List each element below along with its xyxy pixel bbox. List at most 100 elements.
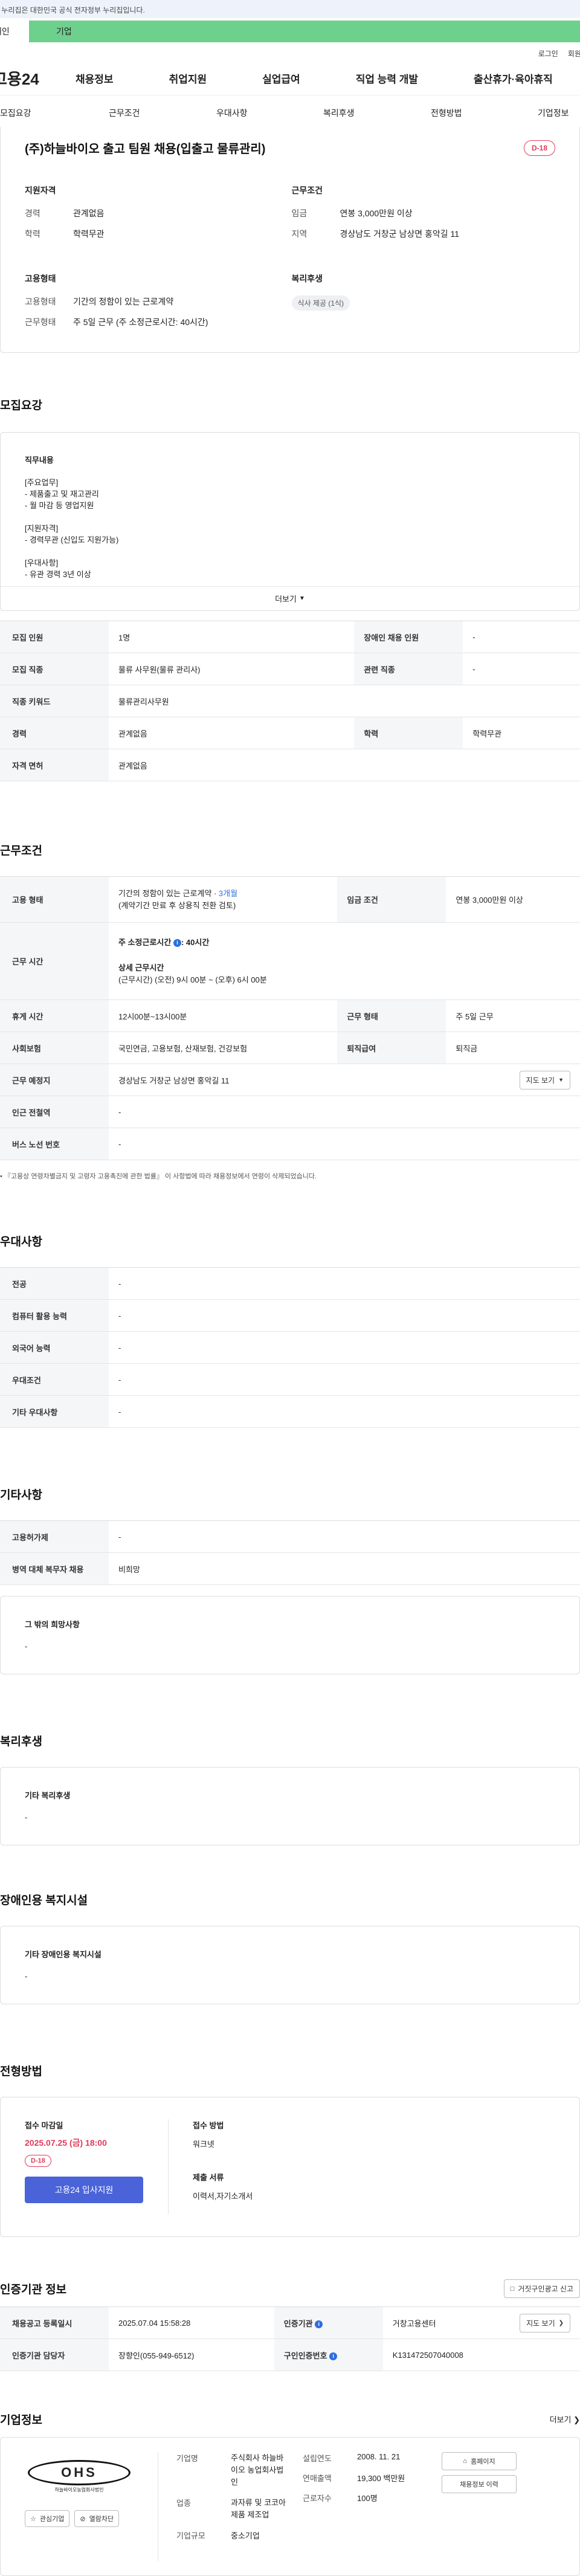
employment-heading: 고용형태 (25, 274, 56, 283)
cert-map-button[interactable]: 지도 보기 ❯ (520, 2313, 570, 2332)
login-link[interactable]: 로그인 (538, 48, 558, 59)
personal-tab-label: 개인 (0, 27, 10, 36)
selection-card: 접수 마감일 2025.07.25 (금) 18:00 D-18 고용24 입사… (0, 2097, 580, 2237)
table-row: 사회보험 국민연금, 고용보험, 산재보험, 건강보험 퇴직급여 퇴직금 (0, 1031, 580, 1064)
hours-weekly-value: : 40시간 (181, 937, 210, 947)
job-summary-card: (주)하늘바이오 출고 팀원 채용(입출고 물류관리) D-18 지원자격 경력… (0, 127, 580, 353)
table-header: 버스 노선 번호 (0, 1128, 109, 1160)
tab-selection[interactable]: 전형방법 (431, 107, 462, 119)
qual-key: 경력 (25, 208, 40, 218)
preference-section: 우대사항 전공 - 컴퓨터 활용 능력 - 외국어 능력 - 우대조건 - 기타 우대사… (0, 1233, 580, 1428)
homepage-button[interactable]: ⌂ 홈페이지 (442, 2452, 517, 2470)
company-more-link[interactable]: 더보기 ❯ (550, 2413, 580, 2425)
job-line: [주요업무] (25, 478, 59, 487)
emp-key: 근무형태 (25, 317, 56, 327)
table-cell: 퇴직금 (446, 1031, 580, 1064)
apply-button[interactable]: 고용24 입사지원 (25, 2177, 143, 2203)
info-icon[interactable]: i (329, 2352, 338, 2360)
block-icon: ⊘ (80, 2515, 86, 2523)
company-size-row: 기업규모 중소기업 (176, 2529, 291, 2541)
table-header: 휴게 시간 (0, 999, 109, 1032)
nav-jobs[interactable]: 채용정보 (76, 71, 114, 86)
cert-map-label: 지도 보기 (526, 2319, 555, 2328)
recruit-heading: 모집요강 (0, 399, 42, 412)
nav-vocational-training[interactable]: 직업 능력 개발 (356, 71, 418, 86)
hours-detail: 상세 근무시간 (근무시간) (오전) 9시 00분 ~ (오후) 6시 00분 (118, 962, 570, 986)
utility-bar: 로그인 회원가입 (0, 45, 580, 62)
table-row: 고용허가제 - (0, 1520, 580, 1553)
favorite-company-button[interactable]: ☆ 관심기업 (25, 2510, 70, 2527)
table-header: 근무 형태 (337, 999, 446, 1032)
conditions-heading: 근무조건 (291, 186, 323, 195)
nav-employment-support[interactable]: 취업지원 (169, 71, 207, 86)
table-header: 고용허가제 (0, 1520, 109, 1553)
company-est-row: 설립연도 2008. 11. 21 (303, 2452, 442, 2464)
preference-table: 전공 - 컴퓨터 활용 능력 - 외국어 능력 - 우대조건 - 기타 우대사항 - (0, 1267, 580, 1428)
tab-preferences[interactable]: 우대사항 (216, 107, 248, 119)
company-card: OHS 하늘바이오농업회사법인 ☆ 관심기업 ⊘ 열람차단 기업명 주식회사 하늘바이… (0, 2437, 580, 2576)
chevron-right-icon: ❯ (558, 2319, 564, 2326)
conditions-col: 근무조건 임금 연봉 3,000만원 이상 지역 경상남도 거창군 남상면 홍악길 … (289, 184, 556, 248)
personal-tab[interactable]: 개인 (0, 18, 29, 45)
site-logo[interactable]: 고용24 (0, 67, 68, 89)
table-cell: 장향인(055-949-6512) (109, 2339, 274, 2371)
hours-detail-label: 상세 근무시간 (118, 963, 164, 972)
table-header: 근무 시간 (0, 922, 109, 1000)
table-row: 모집 인원 1명 장애인 채용 인원 - (0, 621, 580, 653)
job-history-button[interactable]: 채용정보 이력 (442, 2475, 517, 2493)
work-section: 근무조건 고용 형태 기간의 정함이 있는 근로계약 · 3개월 (계약기간 만… (0, 842, 580, 1181)
method-value: 워크넷 (193, 2140, 214, 2149)
table-cell: - (463, 653, 580, 685)
table-row: 근무 예정지 경상남도 거창군 남상면 홍악길 11 지도 보기 ▼ (0, 1064, 580, 1096)
summary-grid-top: 지원자격 경력 관계없음 학력 학력무관 근무조건 임금 연봉 3,000만원 이상 … (25, 184, 555, 248)
chevron-right-icon: ❯ (573, 2415, 580, 2424)
info-icon[interactable]: i (315, 2320, 323, 2328)
cert-no-label: 구인인증번호 (283, 2351, 327, 2360)
method-col: 접수 방법 워크넷 제출 서류 이력서,자기소개서 (169, 2119, 253, 2215)
tab-work-conditions[interactable]: 근무조건 (109, 107, 140, 119)
emp-row: 근무형태 주 5일 근무 (주 소정근로시간: 40시간) (25, 316, 289, 328)
global-nav: 고용24 채용정보 취업지원 실업급여 직업 능력 개발 출산휴가·육아휴직 (0, 62, 580, 95)
nav-unemployment-benefit[interactable]: 실업급여 (262, 71, 300, 86)
table-row: 인근 전철역 - (0, 1096, 580, 1128)
emp-type-text: 기간의 정함이 있는 근로계약 · (118, 888, 219, 898)
block-label: 열람차단 (89, 2516, 114, 2523)
join-link[interactable]: 회원가입 (568, 48, 580, 59)
emp-value: 기간의 정함이 있는 근로계약 (73, 297, 174, 306)
disabled-value: - (25, 1972, 28, 1981)
block-view-button[interactable]: ⊘ 열람차단 (74, 2510, 120, 2527)
more-button[interactable]: 더보기 ▼ (1, 586, 579, 610)
docs-label: 제출 서류 (193, 2173, 224, 2182)
method-label: 접수 방법 (193, 2121, 224, 2130)
report-fake-ad-button[interactable]: □ 거짓구인광고 신고 (503, 2279, 580, 2298)
welfare-section-heading: 복리후생 (0, 1735, 42, 1748)
chevron-down-icon: ▼ (298, 595, 305, 602)
info-icon[interactable]: i (173, 938, 181, 947)
work-table: 고용 형태 기간의 정함이 있는 근로계약 · 3개월 (계약기간 만료 후 상… (0, 876, 580, 1160)
favorite-label: 관심기업 (39, 2516, 65, 2523)
company-est: 2008. 11. 21 (357, 2452, 401, 2461)
table-header: 장애인 채용 인원 (354, 621, 463, 653)
emp-key: 고용형태 (25, 297, 56, 306)
company-sales-row: 연매출액 19,300 백만원 (303, 2472, 442, 2484)
nav-parental-leave[interactable]: 출산휴가·육아휴직 (474, 71, 553, 86)
job-description-body: 직무내용 [주요업무] - 제품출고 및 재고관리 - 월 마감 등 영업지원 … (1, 433, 579, 586)
cert-agency-cell: 거창고용센터 지도 보기 ❯ (382, 2306, 580, 2339)
tab-company[interactable]: 기업정보 (538, 107, 569, 119)
hours-weekly-label: 주 소정근로시간 (118, 937, 172, 947)
table-cell: 1명 (109, 621, 355, 653)
table-header: 관련 직종 (354, 653, 463, 685)
company-logo-mark: OHS (28, 2459, 130, 2485)
table-cell: 주 5일 근무 (446, 999, 580, 1032)
table-header: 병역 대체 복무자 채용 (0, 1552, 109, 1585)
cond-row: 지역 경상남도 거창군 남상면 홍악길 11 (292, 228, 556, 240)
corporate-tab[interactable]: 기업 (29, 21, 580, 42)
map-view-button[interactable]: 지도 보기 ▼ (519, 1070, 570, 1089)
work-heading: 근무조건 (0, 845, 42, 857)
tab-welfare[interactable]: 복리후생 (323, 107, 355, 119)
tab-recruit[interactable]: 모집요강 (0, 107, 31, 119)
cond-key: 지역 (291, 229, 308, 239)
job-title-row: (주)하늘바이오 출고 팀원 채용(입출고 물류관리) D-18 (25, 139, 555, 157)
table-row: 근무 시간 주 소정근로시간 i: 40시간 상세 근무시간 (근무시간) (오… (0, 922, 580, 1000)
table-cell: - (109, 1096, 580, 1128)
